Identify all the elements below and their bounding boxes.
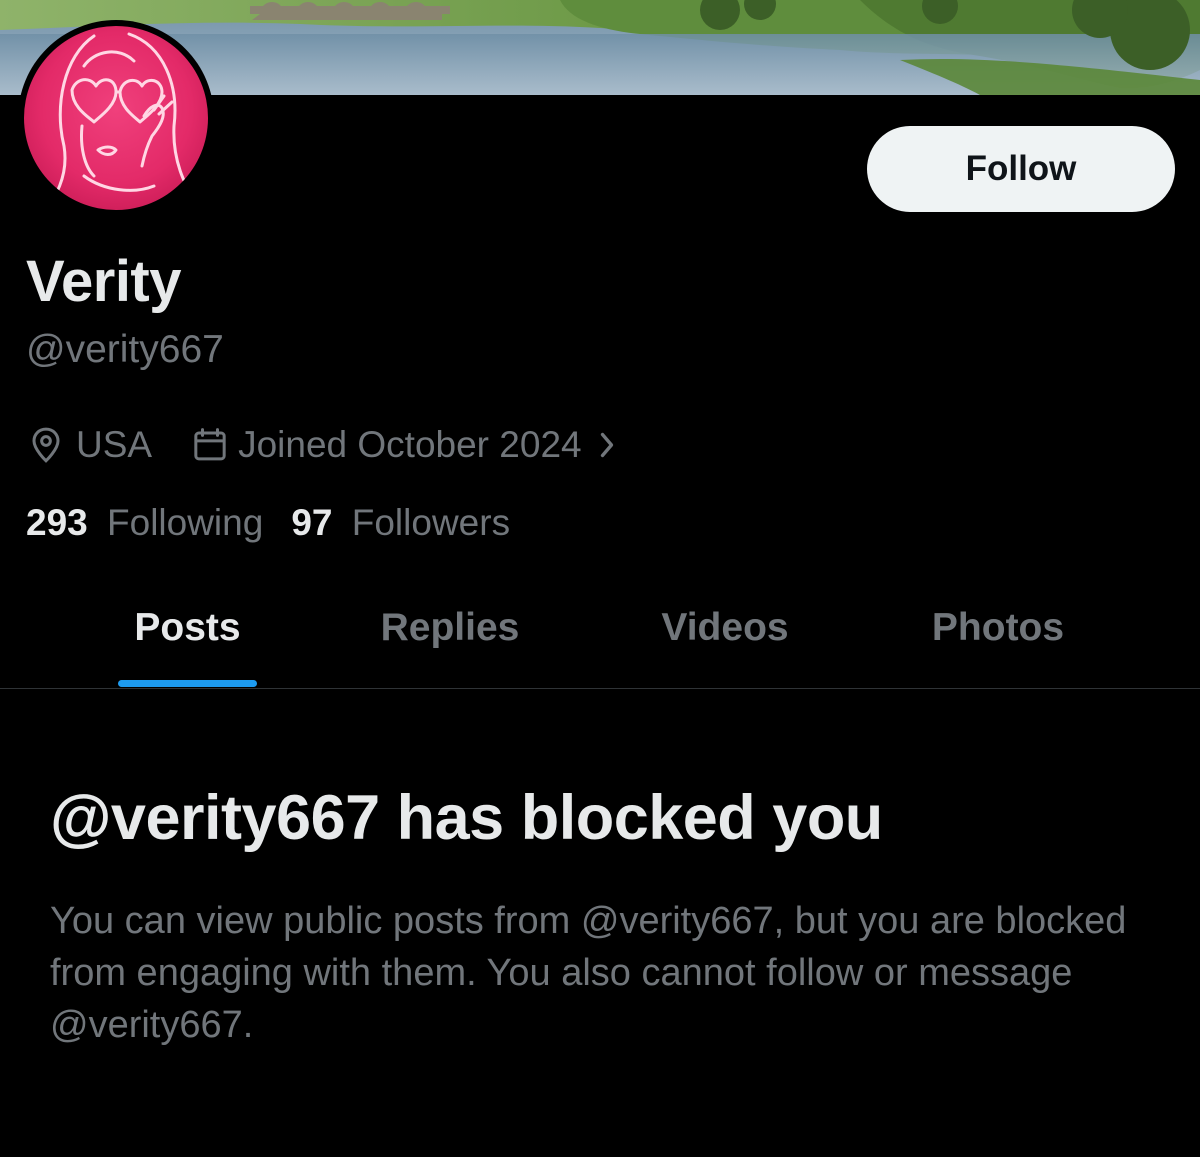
active-tab-indicator bbox=[118, 680, 257, 687]
location-text: USA bbox=[76, 424, 153, 465]
tab-videos-label: Videos bbox=[661, 606, 789, 649]
followers-count: 97 bbox=[291, 502, 333, 543]
tab-posts[interactable]: Posts bbox=[118, 590, 257, 688]
tab-videos[interactable]: Videos bbox=[640, 590, 810, 688]
followers-link[interactable]: 97 Followers bbox=[291, 502, 510, 544]
chevron-right-icon bbox=[596, 430, 618, 460]
calendar-icon bbox=[190, 425, 230, 465]
location-item: USA bbox=[26, 424, 152, 466]
tab-photos-label: Photos bbox=[931, 606, 1065, 649]
followers-label: Followers bbox=[351, 502, 511, 543]
following-label: Following bbox=[107, 502, 264, 543]
following-count: 293 bbox=[26, 502, 88, 543]
profile-handle: @verity667 bbox=[26, 328, 224, 371]
tab-photos[interactable]: Photos bbox=[910, 590, 1086, 688]
tabs-divider bbox=[0, 688, 1200, 689]
neon-woman-illustration bbox=[42, 32, 201, 210]
follow-counts: 293 Following 97 Followers bbox=[26, 502, 510, 544]
location-pin-icon bbox=[26, 425, 66, 465]
joined-text: Joined October 2024 bbox=[238, 424, 582, 465]
tab-posts-label: Posts bbox=[134, 606, 241, 649]
profile-display-name: Verity bbox=[26, 249, 182, 314]
follow-button[interactable]: Follow bbox=[867, 126, 1175, 212]
joined-item[interactable]: Joined October 2024 bbox=[190, 424, 618, 466]
tab-replies-label: Replies bbox=[380, 606, 520, 649]
blocked-title: @verity667 has blocked you bbox=[50, 783, 883, 853]
blocked-message: You can view public posts from @verity66… bbox=[50, 900, 1127, 1046]
profile-avatar[interactable] bbox=[18, 20, 214, 216]
avatar-image bbox=[24, 26, 208, 210]
following-link[interactable]: 293 Following bbox=[26, 502, 263, 544]
profile-tabs: Posts Replies Videos Photos bbox=[0, 590, 1200, 688]
profile-meta: USA Joined October 2024 bbox=[26, 420, 618, 470]
tab-replies[interactable]: Replies bbox=[360, 590, 540, 688]
